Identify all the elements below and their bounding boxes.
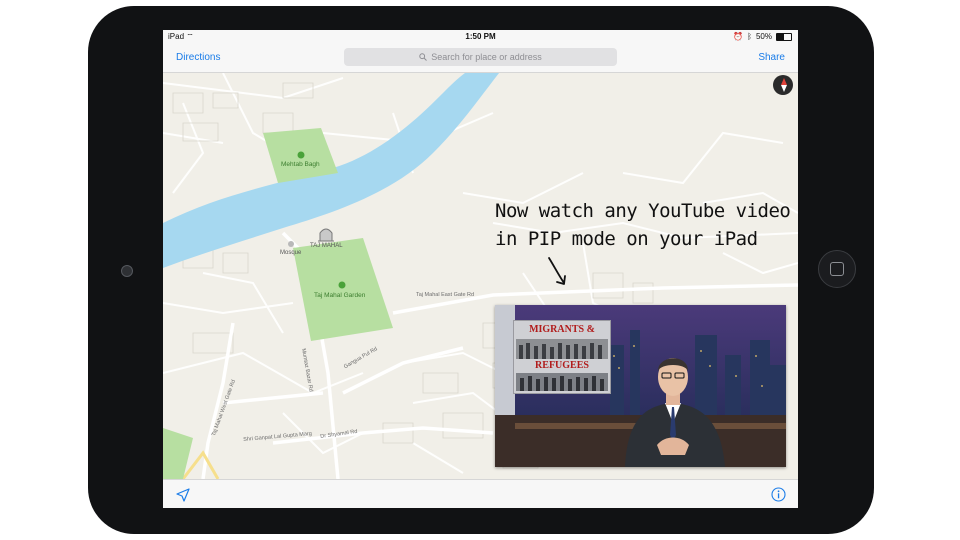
search-field[interactable]: Search for place or address xyxy=(344,48,617,66)
share-button[interactable]: Share xyxy=(758,52,785,63)
place-label-taj-mahal: TAJ MAHAL xyxy=(310,243,343,249)
alarm-icon: ⏰ xyxy=(733,32,744,41)
front-camera xyxy=(121,265,133,277)
nav-bar: Directions Search for place or address S… xyxy=(163,44,798,73)
search-icon xyxy=(419,53,428,61)
road-label-east-gate: Taj Mahal East Gate Rd xyxy=(416,292,475,298)
battery-percent: 50% xyxy=(755,32,772,41)
battery-icon xyxy=(776,32,792,41)
search-placeholder: Search for place or address xyxy=(431,52,542,62)
status-right: ⏰ ᛒ 50% xyxy=(733,32,792,41)
crowd-photo xyxy=(516,339,608,359)
graphic-title-2: REFUGEES xyxy=(535,360,589,371)
crowd-photo-2 xyxy=(516,373,608,391)
place-label-mosque: Mosque xyxy=(280,250,302,256)
directions-button[interactable]: Directions xyxy=(176,52,220,63)
bluetooth-icon: ᛒ xyxy=(747,32,752,41)
pip-video-window[interactable]: MIGRANTS & REFUGEES xyxy=(495,305,786,467)
caption-line-1: Now watch any YouTube video xyxy=(495,200,791,222)
place-label-mehtab-bagh: Mehtab Bagh xyxy=(281,161,320,168)
promo-caption: Now watch any YouTube video in PIP mode … xyxy=(495,197,795,253)
news-graphic: MIGRANTS & REFUGEES xyxy=(513,320,611,394)
home-button[interactable] xyxy=(818,250,856,288)
arrow-down-icon xyxy=(548,257,566,285)
bottom-toolbar xyxy=(163,479,798,508)
status-bar: iPad ⌔ 1:50 PM ⏰ ᛒ 50% xyxy=(163,30,798,44)
location-arrow-icon[interactable] xyxy=(176,488,190,502)
graphic-title-1: MIGRANTS & xyxy=(529,324,595,335)
caption-line-2: in PIP mode on your iPad xyxy=(495,228,758,250)
info-icon[interactable] xyxy=(771,487,786,502)
compass-icon[interactable] xyxy=(773,75,793,95)
status-time: 1:50 PM xyxy=(465,32,496,41)
place-label-taj-mahal-garden: Taj Mahal Garden xyxy=(314,292,366,299)
